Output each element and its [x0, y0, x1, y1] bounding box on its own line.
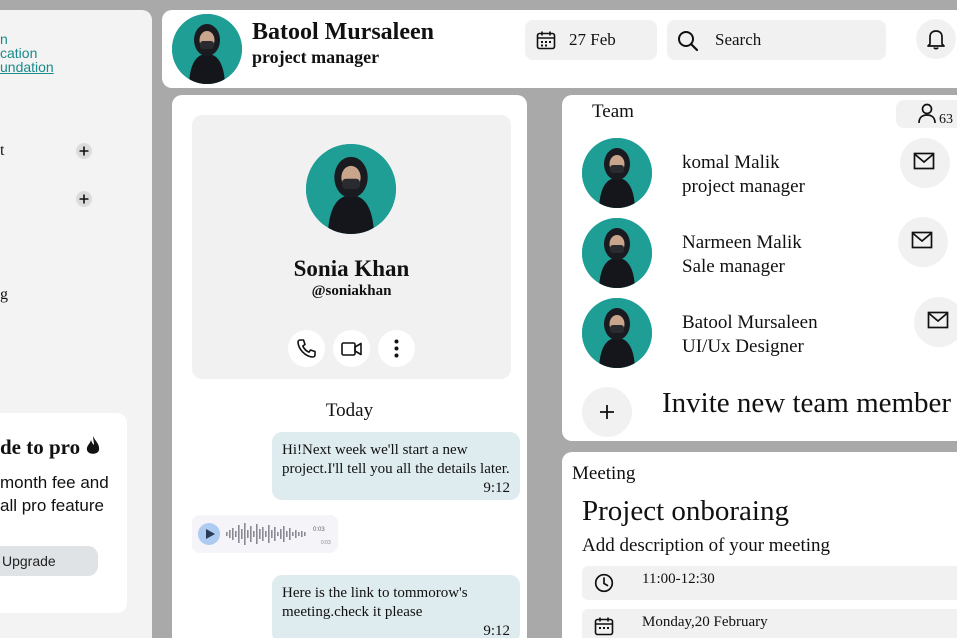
member-role: Sale manager: [682, 256, 785, 277]
member-avatar[interactable]: [582, 138, 652, 208]
calendar-icon: [594, 617, 614, 636]
user-avatar[interactable]: [172, 14, 242, 84]
chat-message[interactable]: Hi!Next week we'll start a new project.I…: [272, 432, 520, 500]
meeting-panel: Meeting Project onboraing Add descriptio…: [562, 452, 957, 638]
member-name: Batool Mursaleen: [682, 312, 818, 333]
plus-icon: [600, 405, 614, 419]
message-member-button[interactable]: [914, 297, 957, 347]
logo-line-3: undation: [0, 59, 54, 75]
team-title: Team: [592, 101, 634, 122]
video-call-button[interactable]: [333, 330, 370, 367]
meeting-date: Monday,20 February: [642, 614, 768, 630]
meeting-section-label: Meeting: [572, 463, 636, 484]
search-bar[interactable]: [667, 20, 886, 60]
top-header: Batool Mursaleen project manager 27 Feb: [162, 10, 957, 88]
clock-icon: [594, 573, 614, 593]
sidebar-item-1[interactable]: t: [0, 142, 4, 160]
message-text: Hi!Next week we'll start a new project.I…: [282, 442, 510, 477]
member-role: project manager: [682, 176, 805, 197]
invite-member-button[interactable]: [582, 387, 632, 437]
member-role: UI/Ux Designer: [682, 336, 804, 357]
member-count: 63: [939, 112, 953, 127]
promo-title: de to pro: [0, 435, 101, 460]
message-member-button[interactable]: [898, 217, 948, 267]
sidebar: n cation undation t g de to pro month fe…: [0, 10, 152, 638]
more-vertical-icon: [394, 339, 399, 358]
meeting-title[interactable]: Project onboraing: [582, 495, 789, 528]
foundation-logo[interactable]: n cation undation: [0, 32, 54, 74]
chat-message[interactable]: Here is the link to tommorow's meeting.c…: [272, 575, 520, 638]
plus-icon[interactable]: [76, 191, 92, 207]
logo-line-1: n: [0, 31, 8, 47]
user-role: project manager: [252, 47, 380, 67]
upgrade-promo-card: de to pro month fee and all pro feature …: [0, 413, 127, 613]
mail-icon: [913, 152, 935, 170]
profile-chat-panel: Sonia Khan @soniakhan Today Hi!Next week…: [172, 95, 527, 638]
notifications-button[interactable]: [916, 19, 956, 59]
search-icon: [678, 31, 699, 52]
member-name: komal Malik: [682, 152, 780, 173]
current-date: 27 Feb: [569, 30, 616, 49]
call-button[interactable]: [288, 330, 325, 367]
meeting-date-row[interactable]: Monday,20 February: [582, 609, 957, 638]
more-options-button[interactable]: [378, 330, 415, 367]
message-text: Here is the link to tommorow's meeting.c…: [282, 585, 468, 620]
audio-waveform: [226, 523, 306, 545]
mail-icon: [911, 231, 933, 249]
contact-avatar[interactable]: [306, 144, 396, 234]
user-name: Batool Mursaleen: [252, 19, 434, 45]
mail-icon: [927, 311, 949, 329]
video-camera-icon: [341, 342, 362, 356]
contact-handle: @soniakhan: [311, 283, 392, 299]
phone-icon: [297, 339, 316, 358]
meeting-description[interactable]: Add description of your meeting: [582, 535, 830, 557]
member-avatar[interactable]: [582, 298, 652, 368]
voice-message[interactable]: 0:03 0:03: [192, 515, 338, 553]
team-panel: Team 63 komal Malik project manager Narm…: [562, 95, 957, 441]
calendar-icon: [536, 31, 556, 50]
play-icon: [206, 529, 215, 539]
member-name: Narmeen Malik: [682, 232, 802, 253]
upgrade-button[interactable]: Upgrade: [0, 546, 98, 576]
message-time: 9:12: [483, 480, 510, 496]
promo-text: month fee and all pro feature: [0, 473, 109, 515]
voice-duration: 0:03: [313, 527, 325, 533]
day-divider: Today: [325, 400, 374, 421]
user-icon: [918, 103, 936, 124]
date-picker[interactable]: 27 Feb: [525, 20, 657, 60]
profile-card: Sonia Khan @soniakhan: [192, 115, 511, 379]
voice-total: 0:03: [321, 540, 331, 546]
team-member-count[interactable]: 63: [896, 100, 957, 128]
search-input[interactable]: [715, 29, 875, 51]
sidebar-item-3[interactable]: g: [0, 286, 8, 304]
bell-icon: [927, 30, 945, 50]
message-member-button[interactable]: [900, 138, 950, 188]
member-avatar[interactable]: [582, 218, 652, 288]
meeting-time: 11:00-12:30: [642, 571, 715, 587]
invite-member-label[interactable]: Invite new team member: [662, 387, 951, 420]
meeting-time-row[interactable]: 11:00-12:30: [582, 566, 957, 600]
plus-icon[interactable]: [76, 143, 92, 159]
logo-line-2: cation: [0, 45, 38, 61]
message-time: 9:12: [483, 623, 510, 638]
contact-name: Sonia Khan: [293, 256, 410, 281]
flame-icon: [87, 436, 100, 454]
play-button[interactable]: [198, 523, 220, 545]
